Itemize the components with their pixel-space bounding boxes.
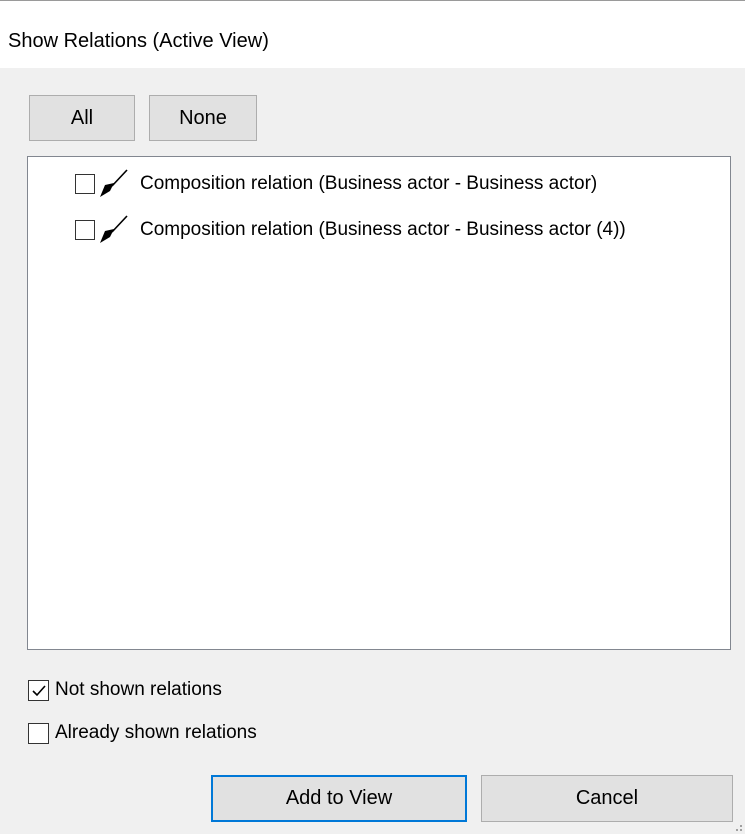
select-all-button[interactable]: All: [29, 95, 135, 141]
show-relations-dialog: Show Relations (Active View) All None Co…: [0, 0, 745, 834]
add-to-view-button[interactable]: Add to View: [211, 775, 467, 822]
composition-relation-icon: [100, 169, 128, 197]
already-shown-relations-checkbox[interactable]: [28, 722, 49, 744]
relation-label: Composition relation (Business actor - B…: [140, 219, 626, 240]
resize-grip-icon[interactable]: [731, 820, 743, 832]
already-shown-relations-label: Already shown relations: [55, 722, 257, 743]
title-bar: Show Relations (Active View): [0, 0, 745, 68]
not-shown-relations-option[interactable]: Not shown relations: [28, 677, 222, 703]
cancel-button[interactable]: Cancel: [481, 775, 733, 822]
composition-relation-icon: [100, 215, 128, 243]
relation-item[interactable]: Composition relation (Business actor - B…: [28, 167, 597, 201]
not-shown-relations-checkbox[interactable]: [28, 679, 49, 701]
relation-checkbox[interactable]: [75, 220, 95, 240]
relation-item[interactable]: Composition relation (Business actor - B…: [28, 213, 626, 247]
select-none-button[interactable]: None: [149, 95, 257, 141]
already-shown-relations-option[interactable]: Already shown relations: [28, 720, 257, 746]
relation-label: Composition relation (Business actor - B…: [140, 173, 598, 194]
relation-checkbox[interactable]: [75, 174, 95, 194]
dialog-title: Show Relations (Active View): [8, 30, 269, 52]
checkmark-icon: [32, 684, 46, 696]
not-shown-relations-label: Not shown relations: [55, 679, 222, 700]
relations-list[interactable]: Composition relation (Business actor - B…: [27, 156, 731, 650]
